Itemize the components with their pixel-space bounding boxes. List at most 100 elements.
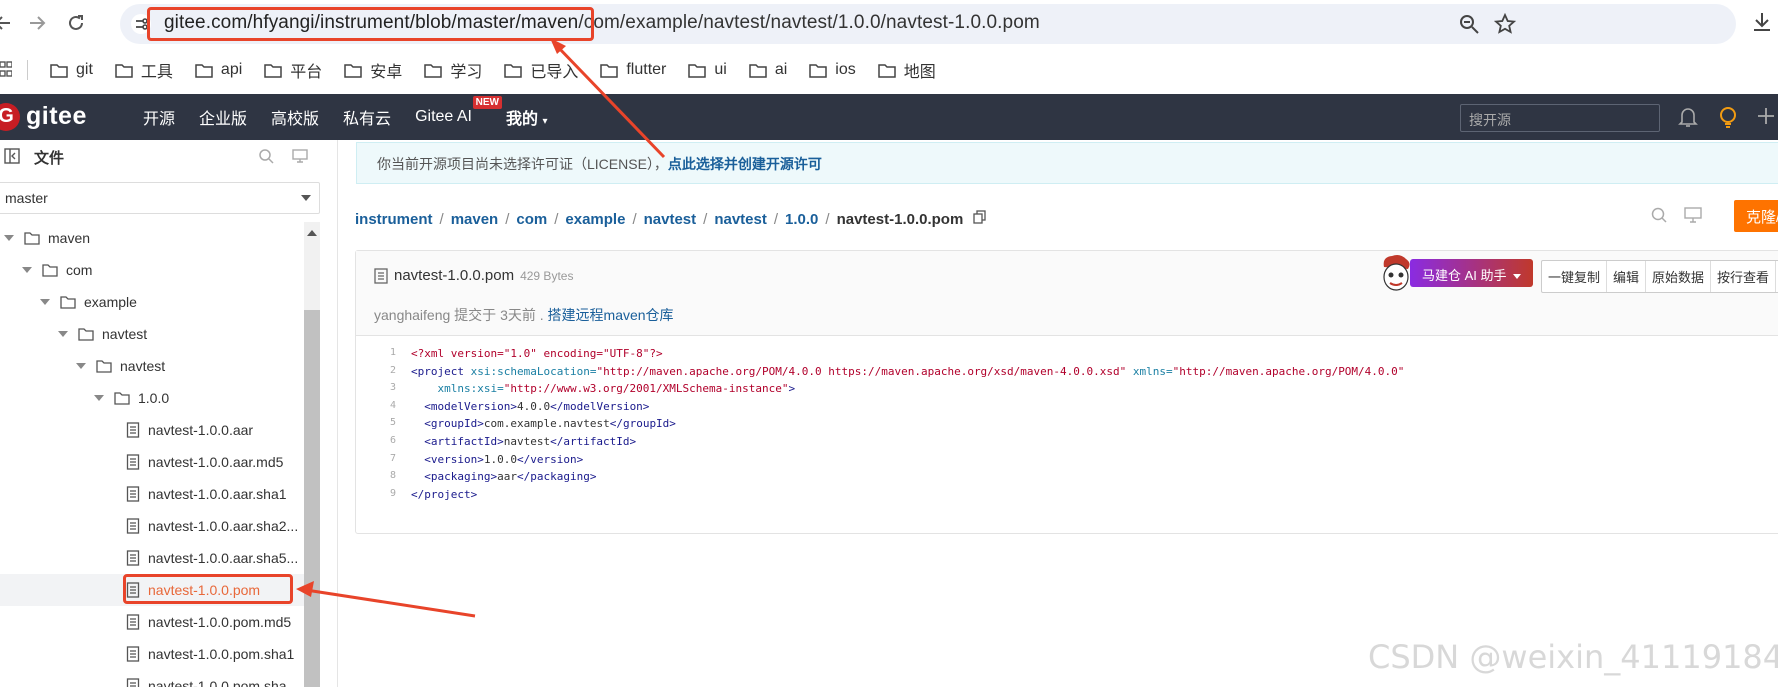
bookmark-item[interactable]: 平台 (264, 58, 322, 82)
sidebar-toggle-icon[interactable] (4, 148, 20, 169)
raw-button[interactable]: 原始数据 (1646, 261, 1712, 292)
search-icon[interactable] (1650, 206, 1672, 228)
code-token: "http://maven.apache.org/POM/4.0.0" (1172, 364, 1405, 378)
breadcrumb: instrument / maven / com / example / navtest / nav… (355, 210, 986, 228)
bulb-icon[interactable] (1717, 106, 1739, 128)
ai-mascot-icon (1383, 255, 1410, 291)
gitee-logo-text: gitee (26, 102, 87, 130)
zoom-icon[interactable] (1458, 13, 1482, 37)
tree-file[interactable]: navtest-1.0.0.aar.md5 (0, 446, 304, 478)
bookmark-list: git 工具 api 平台 安卓 学习 已导入 flutter ui ai ios 地图 (50, 58, 958, 82)
tree-folder[interactable]: maven (0, 222, 304, 254)
bookmark-item[interactable]: 学习 (424, 58, 482, 82)
plus-icon[interactable] (1756, 106, 1778, 128)
download-icon[interactable] (1750, 10, 1776, 36)
bookmark-item[interactable]: ai (749, 58, 787, 82)
tree-file[interactable]: navtest-1.0.0.aar.sha2... (0, 510, 304, 542)
bookmark-item[interactable]: git (50, 58, 93, 82)
bookmark-item[interactable]: 工具 (115, 58, 173, 82)
tree-file[interactable]: navtest-1.0.0.pom.md5 (0, 606, 304, 638)
line-content: xmlns:xsi="http://www.w3.org/2001/XMLSch… (411, 382, 795, 395)
nav-enterprise[interactable]: 企业版 (199, 105, 247, 129)
breadcrumb-link[interactable]: example (565, 211, 625, 228)
scrollbar-thumb[interactable] (304, 310, 320, 687)
tree-folder[interactable]: example (0, 286, 304, 318)
tree-file[interactable]: navtest-1.0.0.pom.sha1 (0, 638, 304, 670)
header-search-input[interactable]: 搜开源 (1460, 104, 1660, 132)
clone-button[interactable]: 克隆/ (1734, 200, 1778, 232)
edit-button[interactable]: 编辑 (1607, 261, 1647, 292)
breadcrumb-link[interactable]: navtest (644, 211, 697, 228)
commit-author[interactable]: yanghaifeng (374, 307, 450, 323)
tree-folder[interactable]: navtest (0, 350, 304, 382)
monitor-icon[interactable] (292, 148, 308, 169)
copy-icon[interactable] (973, 210, 986, 228)
tree-folder[interactable]: navtest (0, 318, 304, 350)
tree-toggle-icon[interactable] (94, 395, 104, 401)
tree-toggle-icon[interactable] (76, 363, 86, 369)
folder-icon (809, 63, 828, 78)
code-token: navtest (503, 435, 551, 448)
tree-file[interactable]: navtest-1.0.0.pom.sha... (0, 670, 304, 687)
code-token: > (788, 382, 796, 396)
commit-message-link[interactable]: 搭建远程maven仓库 (548, 307, 674, 323)
gitee-logo-mark: G (0, 102, 20, 131)
back-icon[interactable] (0, 8, 18, 38)
bookmark-item[interactable]: ui (688, 58, 727, 82)
nav-me-menu[interactable]: 我的 ▾ (506, 105, 548, 129)
line-number: 4 (389, 399, 396, 411)
tree-file[interactable]: navtest-1.0.0.aar.sha1 (0, 478, 304, 510)
nav-private-cloud[interactable]: 私有云 (343, 105, 391, 129)
bookmark-label: git (76, 61, 93, 78)
copy-all-button[interactable]: 一键复制 (1542, 261, 1608, 292)
nav-gitee-ai[interactable]: Gitee AI NEW (415, 96, 502, 126)
tree-folder[interactable]: 1.0.0 (0, 382, 304, 414)
bookmark-item[interactable]: 地图 (877, 58, 936, 82)
tree-item-label: navtest-1.0.0.aar.sha1 (148, 486, 287, 502)
bookmark-item[interactable]: api (195, 58, 242, 82)
tree-toggle-icon[interactable] (58, 331, 68, 337)
code-token: <packaging> (411, 470, 498, 484)
bookmark-item[interactable]: flutter (600, 58, 666, 82)
nav-education[interactable]: 高校版 (271, 105, 319, 129)
nav-open-source[interactable]: 开源 (143, 105, 175, 129)
reload-icon[interactable] (61, 8, 91, 38)
blame-button[interactable]: 按行查看 (1711, 261, 1777, 292)
search-icon[interactable] (258, 148, 274, 169)
forward-icon[interactable] (22, 8, 52, 38)
branch-select[interactable]: master (0, 182, 320, 214)
folder-icon (195, 63, 213, 78)
code-token: <modelVersion> (411, 399, 517, 413)
code-token: xmlns:xsi= (411, 382, 504, 396)
folder-icon (78, 328, 94, 341)
bookmark-item[interactable]: 已导入 (504, 58, 578, 82)
tree-file[interactable]: navtest-1.0.0.aar.sha5... (0, 542, 304, 574)
bookmark-item[interactable]: 安卓 (344, 58, 402, 82)
apps-icon[interactable] (0, 60, 13, 80)
bookmark-label: flutter (626, 61, 667, 78)
scroll-up-arrow-icon[interactable] (307, 230, 317, 236)
ai-assistant[interactable]: 马建仓 AI 助手 (1378, 253, 1533, 293)
bookmark-item[interactable]: ios (809, 58, 856, 82)
monitor-icon[interactable] (1684, 206, 1706, 228)
bell-icon[interactable] (1678, 106, 1700, 128)
breadcrumb-link[interactable]: 1.0.0 (785, 211, 818, 228)
bookmark-star-icon[interactable] (1493, 12, 1518, 37)
tree-folder[interactable]: com (0, 254, 304, 286)
tree-toggle-icon[interactable] (40, 299, 50, 305)
license-create-link[interactable]: 点此选择并创建开源许可 (668, 156, 822, 172)
nav-me-label: 我的 (505, 111, 538, 128)
tree-file[interactable]: navtest-1.0.0.aar (0, 414, 304, 446)
breadcrumb-separator: / (773, 210, 779, 228)
tree-toggle-icon[interactable] (4, 235, 14, 241)
license-notice-text: 你当前开源项目尚未选择许可证（LICENSE）， (377, 156, 668, 172)
breadcrumb-link[interactable]: maven (451, 211, 499, 228)
gitee-logo[interactable]: G gitee (0, 102, 87, 131)
ai-assistant-button[interactable]: 马建仓 AI 助手 (1410, 259, 1533, 287)
breadcrumb-link[interactable]: navtest (714, 211, 767, 228)
tree-item-label: maven (48, 230, 91, 246)
breadcrumb-link[interactable]: com (516, 211, 547, 228)
tree-toggle-icon[interactable] (22, 267, 32, 273)
breadcrumb-link[interactable]: instrument (355, 211, 433, 228)
breadcrumb-separator: / (554, 210, 559, 228)
